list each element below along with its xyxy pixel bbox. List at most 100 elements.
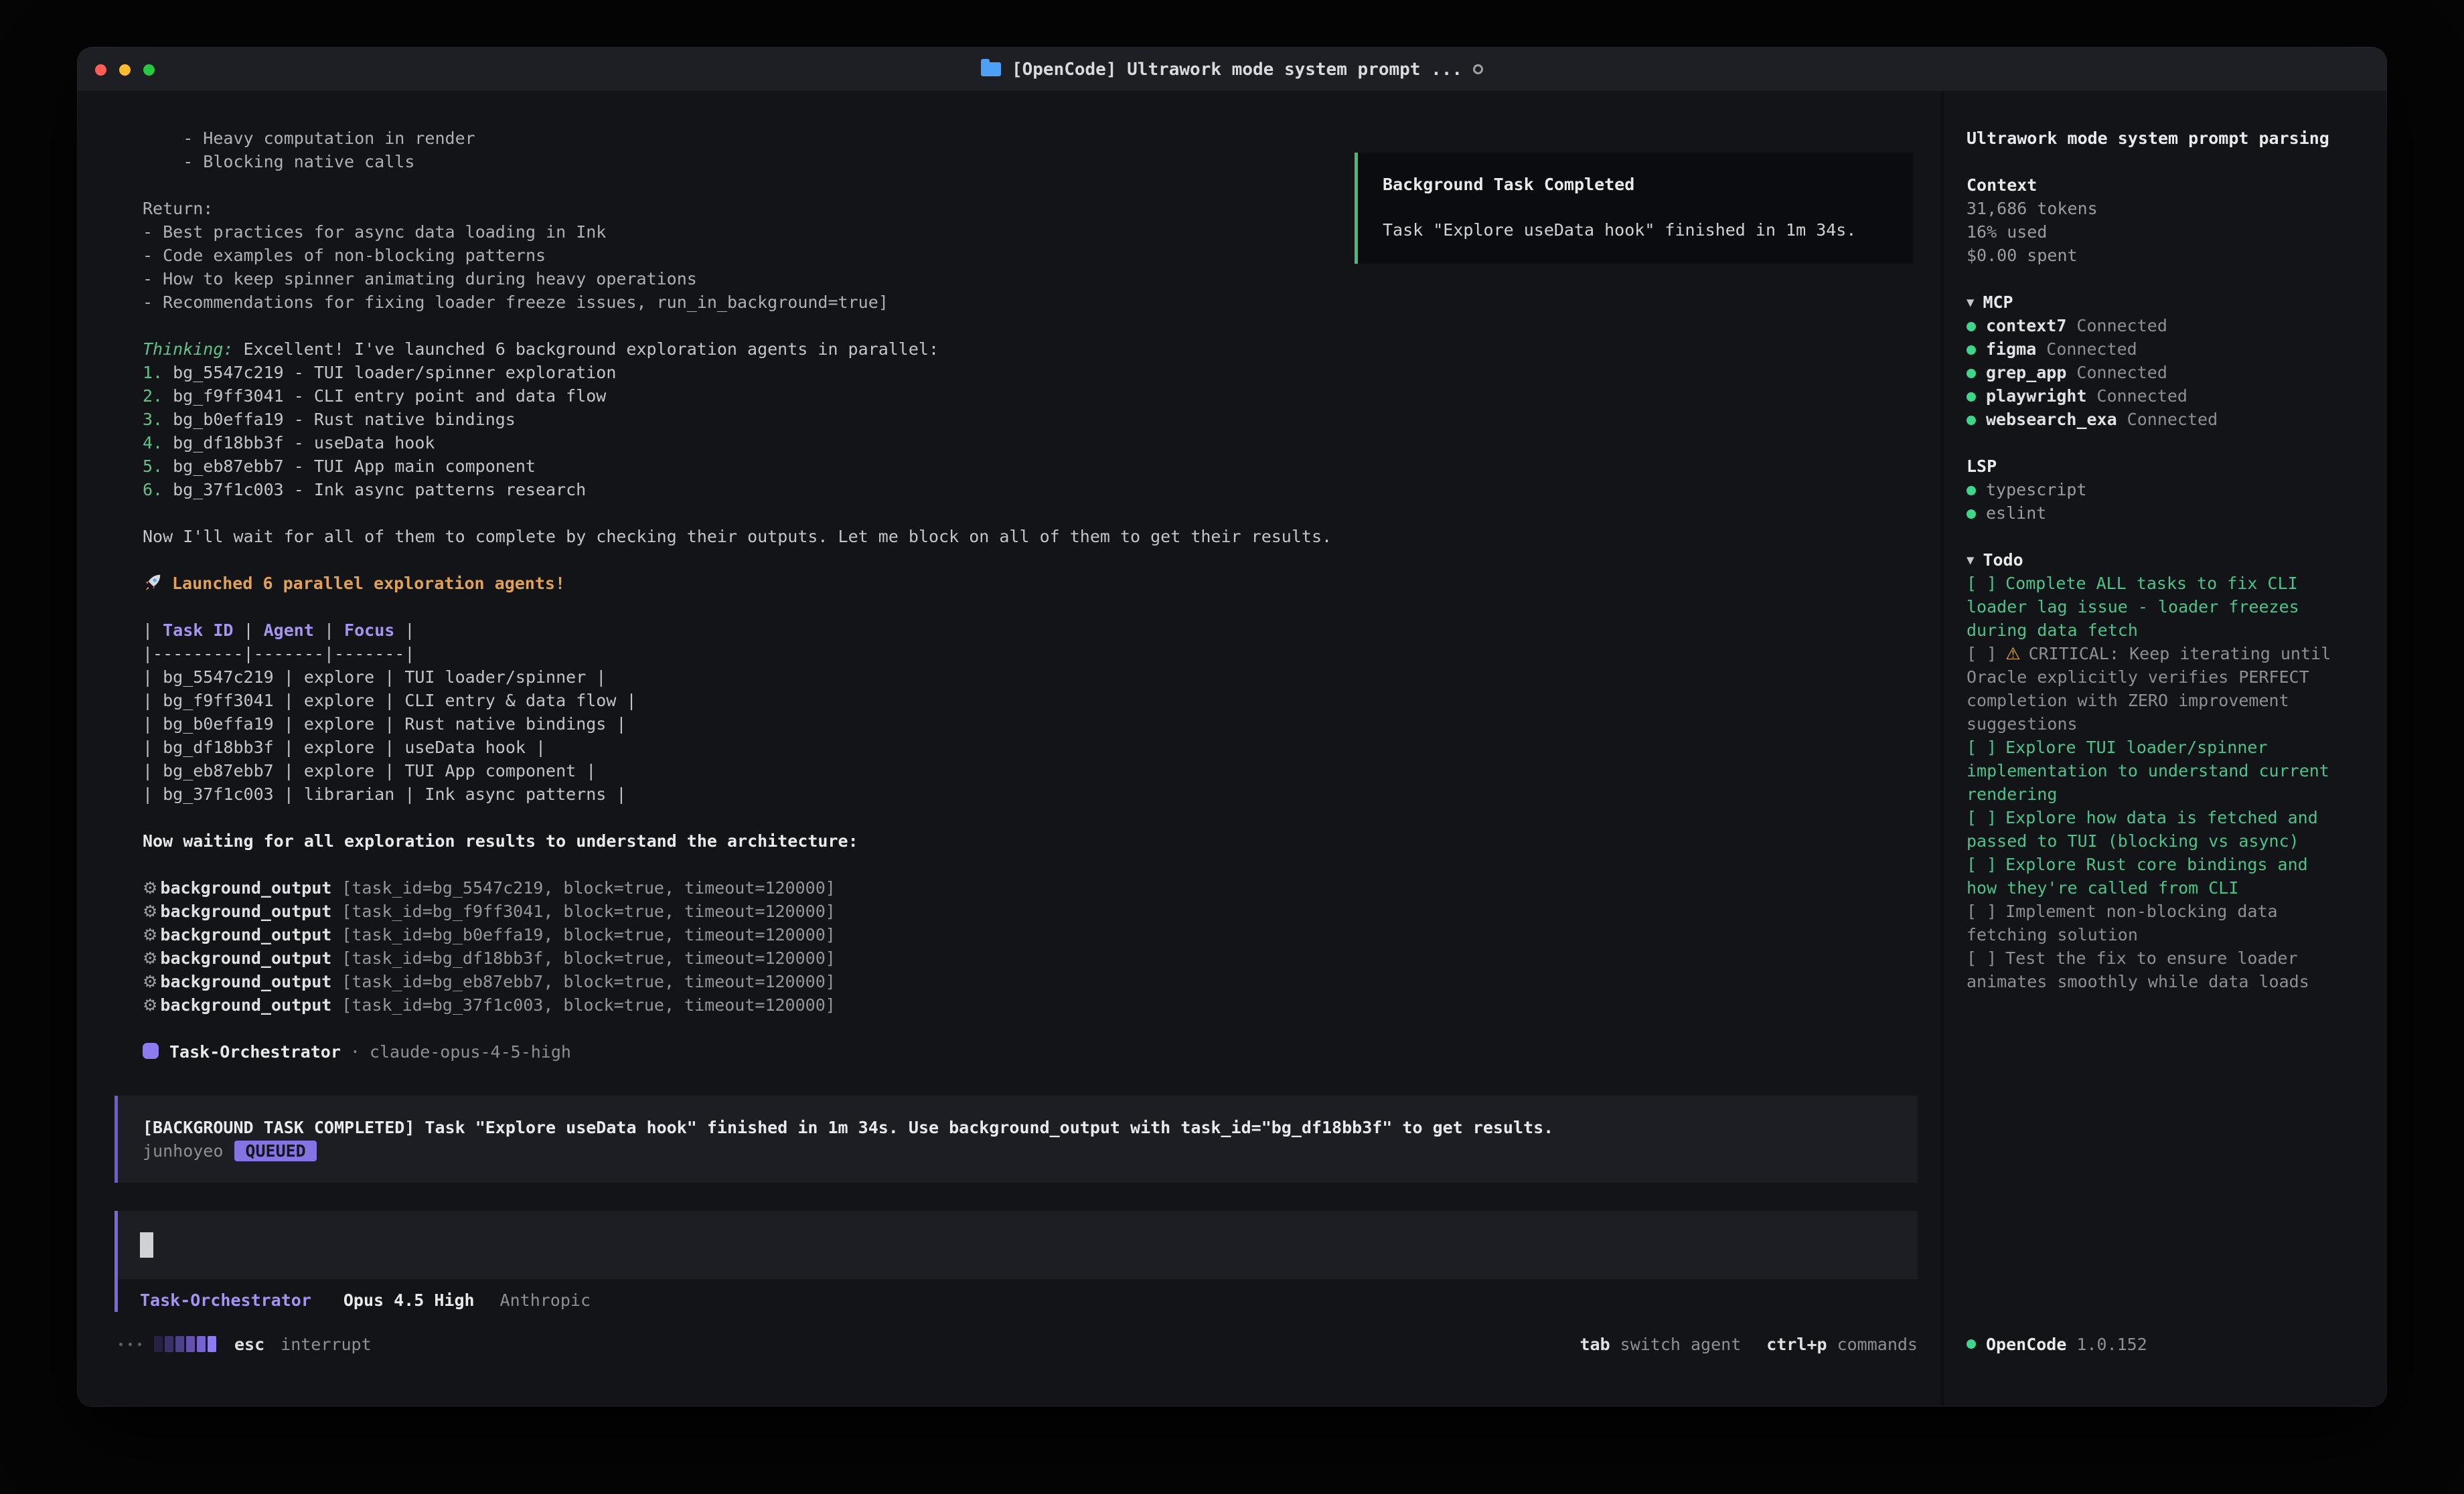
agent-list-item: 5.bg_eb87ebb7 - TUI App main component: [114, 454, 1918, 478]
spinner-dot-icon: [119, 1343, 123, 1346]
gear-icon: ⚙: [143, 972, 157, 991]
orchestrator-name: Task-Orchestrator: [169, 1042, 341, 1062]
ctrlp-key-label: commands: [1837, 1335, 1918, 1354]
tool-call-line: ⚙background_output[task_id=bg_b0effa19, …: [114, 923, 1918, 946]
thinking-line: Thinking: Excellent! I've launched 6 back…: [114, 337, 1918, 361]
mcp-item: websearch_exaConnected: [1967, 408, 2373, 431]
terminal-main-area[interactable]: - Heavy computation in render - Blocking…: [78, 92, 1941, 1406]
background-task-message: [BACKGROUND TASK COMPLETED] Task "Explor…: [114, 1096, 1918, 1183]
warning-icon: ⚠: [2005, 644, 2020, 663]
mcp-item: figmaConnected: [1967, 337, 2373, 361]
gear-icon: ⚙: [143, 902, 157, 921]
tool-call-line: ⚙background_output[task_id=bg_5547c219, …: [114, 876, 1918, 900]
table-row: | bg_f9ff3041 | explore | CLI entry & da…: [114, 689, 1918, 712]
opencode-window: [OpenCode] Ultrawork mode system prompt …: [78, 48, 2386, 1406]
agent-list-item: 3.bg_b0effa19 - Rust native bindings: [114, 408, 1918, 431]
thinking-label: Thinking:: [143, 339, 233, 359]
collapse-triangle-icon: ▼: [1967, 295, 1974, 310]
launch-banner-text: Launched 6 parallel exploration agents!: [172, 574, 565, 593]
app-version: 1.0.152: [2076, 1335, 2147, 1354]
todo-item: [ ]Test the fix to ensure loader animate…: [1967, 946, 2347, 993]
rocket-icon: [143, 572, 163, 592]
lsp-item: eslint: [1967, 501, 2373, 525]
context-tokens: 31,686 tokens: [1967, 197, 2373, 220]
agent-list-item: 4.bg_df18bb3f - useData hook: [114, 431, 1918, 454]
background-task-message-text: [BACKGROUND TASK COMPLETED] Task "Explor…: [143, 1116, 1918, 1139]
app-version-footer: OpenCode 1.0.152: [1967, 1332, 2147, 1356]
table-row: | bg_5547c219 | explore | TUI loader/spi…: [114, 665, 1918, 689]
message-author: junhoyeo: [143, 1139, 223, 1163]
prompt-input-container: Task-Orchestrator Opus 4.5 High Anthropi…: [114, 1211, 1918, 1312]
notification-body: Task "Explore useData hook" finished in …: [1383, 218, 1913, 242]
lsp-heading: LSP: [1967, 454, 2373, 478]
esc-key-hint: esc: [234, 1335, 264, 1354]
waiting-heading: Now waiting for all exploration results …: [114, 829, 1918, 853]
agent-info-line: Task-Orchestrator Opus 4.5 High Anthropi…: [118, 1289, 1918, 1312]
notification-toast: Background Task Completed Task "Explore …: [1355, 153, 1913, 264]
titlebar: [OpenCode] Ultrawork mode system prompt …: [78, 48, 2386, 92]
folder-icon: [981, 62, 1001, 76]
prompt-input[interactable]: [118, 1211, 1918, 1279]
notification-title: Background Task Completed: [1383, 173, 1913, 196]
table-separator-row: |---------|-------|-------|: [114, 642, 1918, 665]
progress-ring-icon: [1473, 64, 1483, 74]
close-button[interactable]: [95, 64, 106, 76]
spinner-dot-icon: [138, 1343, 141, 1346]
tool-call-line: ⚙background_output[task_id=bg_37f1c003, …: [114, 993, 1918, 1017]
status-dot-icon: [1967, 416, 1976, 425]
app-name: OpenCode: [1986, 1335, 2066, 1354]
terminal-line: - Heavy computation in render: [114, 127, 1918, 150]
launch-banner: Launched 6 parallel exploration agents!: [114, 572, 1918, 595]
tool-call-line: ⚙background_output[task_id=bg_eb87ebb7, …: [114, 970, 1918, 993]
tab-key-label: switch agent: [1620, 1335, 1742, 1354]
todo-heading: ▼Todo: [1967, 548, 2373, 572]
table-row: | bg_eb87ebb7 | explore | TUI App compon…: [114, 759, 1918, 782]
context-spent: $0.00 spent: [1967, 244, 2373, 267]
status-dot-icon: [1967, 322, 1976, 331]
minimize-button[interactable]: [119, 64, 131, 76]
sidebar-title: Ultrawork mode system prompt parsing: [1967, 127, 2373, 150]
todo-item: [ ]Explore Rust core bindings and how th…: [1967, 853, 2347, 900]
todo-item: [ ]Complete ALL tasks to fix CLI loader …: [1967, 572, 2347, 642]
wait-text: Now I'll wait for all of them to complet…: [114, 525, 1918, 548]
agent-list-item: 2.bg_f9ff3041 - CLI entry point and data…: [114, 384, 1918, 408]
orchestrator-line: Task-Orchestrator·claude-opus-4-5-high: [114, 1040, 1918, 1064]
status-bar: esc interrupt tab switch agent ctrl+p co…: [119, 1332, 1918, 1356]
orchestrator-icon: [143, 1043, 159, 1059]
mcp-heading: ▼MCP: [1967, 290, 2373, 314]
active-model-name: Opus 4.5 High: [343, 1289, 475, 1312]
esc-key-label: interrupt: [281, 1335, 371, 1354]
context-used: 16% used: [1967, 220, 2373, 244]
table-row: | bg_df18bb3f | explore | useData hook |: [114, 736, 1918, 759]
sidebar: Ultrawork mode system prompt parsing Con…: [1944, 92, 2386, 1406]
mcp-item: playwrightConnected: [1967, 384, 2373, 408]
orchestrator-model: claude-opus-4-5-high: [370, 1042, 571, 1062]
model-provider: Anthropic: [500, 1289, 591, 1312]
window-title: [OpenCode] Ultrawork mode system prompt …: [1012, 60, 1462, 80]
mcp-item: context7Connected: [1967, 314, 2373, 337]
todo-item: [ ]Explore TUI loader/spinner implementa…: [1967, 736, 2347, 806]
tool-call-line: ⚙background_output[task_id=bg_f9ff3041, …: [114, 900, 1918, 923]
queued-badge: QUEUED: [234, 1141, 316, 1161]
text-cursor: [140, 1232, 153, 1258]
gear-icon: ⚙: [143, 995, 157, 1015]
tab-key-hint: tab: [1580, 1335, 1610, 1354]
spinner-dot-icon: [129, 1343, 132, 1346]
thinking-text: Excellent! I've launched 6 background ex…: [243, 339, 939, 359]
status-dot-icon: [1967, 1339, 1976, 1349]
zoom-button[interactable]: [143, 64, 155, 76]
status-dot-icon: [1967, 345, 1976, 355]
table-row: | bg_b0effa19 | explore | Rust native bi…: [114, 712, 1918, 736]
todo-item: [ ]⚠CRITICAL: Keep iterating until Oracl…: [1967, 642, 2347, 736]
agent-list-item: 1.bg_5547c219 - TUI loader/spinner explo…: [114, 361, 1918, 384]
agent-list-item: 6.bg_37f1c003 - Ink async patterns resea…: [114, 478, 1918, 501]
status-dot-icon: [1967, 486, 1976, 495]
terminal-line: - How to keep spinner animating during h…: [114, 267, 1918, 290]
status-dot-icon: [1967, 369, 1976, 378]
window-title-group: [OpenCode] Ultrawork mode system prompt …: [981, 60, 1483, 80]
terminal-line: - Recommendations for fixing loader free…: [114, 290, 1918, 314]
lsp-item: typescript: [1967, 478, 2373, 501]
traffic-lights: [95, 48, 155, 92]
gear-icon: ⚙: [143, 878, 157, 898]
collapse-triangle-icon: ▼: [1967, 553, 1974, 568]
